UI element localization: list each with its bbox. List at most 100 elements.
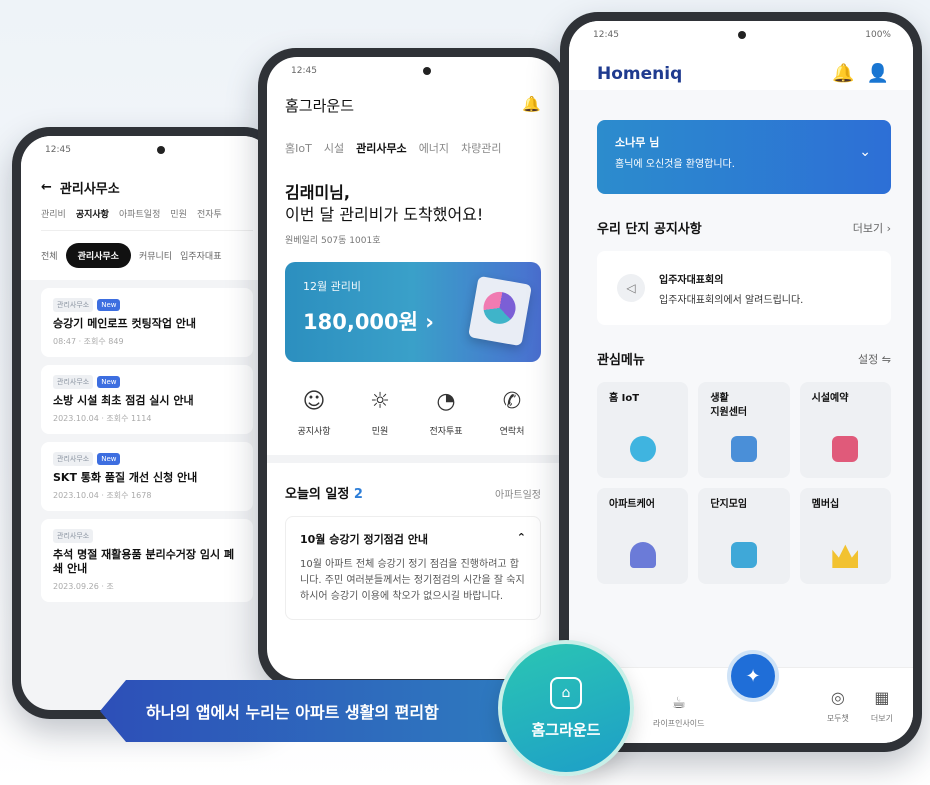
brand-title: 홈그라운드	[285, 97, 355, 115]
tab-complaint[interactable]: 민원	[170, 207, 187, 220]
back-arrow-icon[interactable]: ←	[41, 180, 52, 195]
status-time: 12:45	[45, 145, 71, 155]
user-icon[interactable]: 👤	[867, 63, 889, 84]
phone3-screen: 12:45 100% Homeniq 🔔 👤 소나무 님 홈닉에 오신것을 환영…	[569, 21, 913, 743]
notice-card[interactable]: 관리사무소 New 승강기 메인로프 컷팅작업 안내 08:47 · 조회수 84…	[41, 288, 253, 357]
quick-notice[interactable]: ☺ 공지사항	[289, 388, 339, 437]
tile-facility-booking[interactable]: 시설예약	[799, 382, 891, 478]
notice-title: SKT 통화 품질 개선 신청 안내	[53, 470, 198, 484]
notice-card[interactable]: ◁ 입주자대표회의 입주자대표회의에서 알려드립니다.	[597, 251, 891, 325]
notice-card[interactable]: 관리사무소 New SKT 통화 품질 개선 신청 안내 2023.10.04 ·…	[41, 441, 253, 511]
tab-energy[interactable]: 에너지	[419, 140, 449, 156]
schedule-count: 2	[353, 486, 363, 502]
section-title: 우리 단지 공지사항	[597, 222, 702, 237]
quick-contact[interactable]: ✆ 연락처	[487, 388, 537, 437]
tab-fee[interactable]: 관리비	[41, 207, 66, 220]
status-bar: 12:45	[21, 136, 273, 164]
p3-header: Homeniq 🔔 👤	[569, 49, 913, 90]
nav-more[interactable]: ▦ 더보기	[871, 688, 893, 724]
greeting-name: 김래미님,	[285, 183, 350, 202]
bell-icon[interactable]: 🔔	[832, 63, 854, 84]
tile-label: 홈 IoT	[609, 393, 640, 404]
tile-membership[interactable]: 멤버십	[799, 488, 891, 584]
tile-label: 아파트케어	[609, 499, 655, 510]
badge-text: 홈그라운드	[531, 720, 601, 739]
schedule-card[interactable]: 10월 승강기 정기점검 안내 ⌃ 10월 아파트 전체 승강기 정기 점검을 진…	[285, 515, 541, 620]
app-logo: Homeniq	[597, 63, 683, 84]
bill-card[interactable]: 12월 관리비 180,000원 ›	[285, 261, 541, 362]
status-bar: 12:45 100%	[569, 21, 913, 49]
category-tag: 관리사무소	[53, 528, 94, 543]
notice-card[interactable]: 관리사무소 New 소방 시설 최초 점검 실시 안내 2023.10.04 · …	[41, 364, 253, 434]
vote-icon: ◔	[436, 388, 456, 414]
welcome-name: 소나무 님	[615, 136, 660, 149]
schedule-card-title: 10월 승강기 정기점검 안내	[300, 532, 428, 546]
notice-section-header: 우리 단지 공지사항 더보기 ›	[569, 194, 913, 238]
bell-icon[interactable]: 🔔	[522, 95, 541, 116]
status-bar: 12:45	[267, 57, 559, 85]
nav-chat[interactable]: ◎ 모두챗	[827, 688, 849, 724]
phone-homeground: 12:45 홈그라운드 🔔 홈IoT 시설 관리사무소 에너지 차량관리 김래미님…	[258, 48, 568, 688]
category-tag: 관리사무소	[53, 374, 94, 389]
notice-meta: 08:47 · 조회수 849	[53, 336, 124, 346]
welcome-banner[interactable]: 소나무 님 홈닉에 오신것을 환영합니다. ⌄	[597, 120, 891, 194]
tab-facility[interactable]: 시설	[324, 140, 344, 156]
phone2-screen: 12:45 홈그라운드 🔔 홈IoT 시설 관리사무소 에너지 차량관리 김래미님…	[267, 57, 559, 679]
chip-residents[interactable]: 입주자대표	[180, 249, 221, 262]
tile-community[interactable]: 단지모임	[698, 488, 790, 584]
notice-icon: ☺	[302, 388, 326, 414]
status-signal: 100%	[865, 30, 891, 40]
tab-office[interactable]: 관리사무소	[356, 140, 407, 156]
nav-label: 더보기	[870, 713, 893, 723]
notice-meta: 2023.09.26 · 조	[53, 582, 114, 592]
tab-vote[interactable]: 전자투	[197, 207, 222, 220]
filter-chips: 전체 관리사무소 커뮤니티 입주자대표	[21, 231, 273, 280]
notice-title: 입주자대표회의	[659, 274, 724, 286]
category-tag: 관리사무소	[53, 451, 94, 466]
status-time: 12:45	[593, 30, 619, 40]
category-tag: 관리사무소	[53, 298, 94, 312]
tab-bar: 관리비 공지사항 아파트일정 민원 전자투	[41, 207, 253, 231]
tile-support-center[interactable]: 생활 지원센터	[698, 382, 790, 478]
tab-vehicle[interactable]: 차량관리	[461, 140, 501, 156]
quick-complaint[interactable]: ☼ 민원	[355, 389, 405, 437]
cup-icon: ☕	[671, 693, 686, 712]
more-link[interactable]: 더보기 ›	[853, 220, 891, 236]
phone-management-office: 12:45 ← 관리사무소 관리비 공지사항 아파트일정 민원 전자투 전체 관…	[12, 127, 282, 719]
tab-notice[interactable]: 공지사항	[76, 207, 109, 220]
status-time: 12:45	[291, 66, 317, 76]
chip-community[interactable]: 커뮤니티	[139, 249, 172, 262]
calendar-icon	[832, 436, 859, 462]
settings-link[interactable]: 설정 ⇋	[858, 351, 891, 367]
camera-dot	[422, 67, 431, 75]
camera-dot	[738, 31, 747, 39]
tile-apt-care[interactable]: 아파트케어	[597, 488, 689, 584]
page-title: ← 관리사무소	[41, 164, 253, 207]
new-badge: New	[97, 452, 121, 465]
fab-button[interactable]: ✦	[727, 650, 779, 702]
chevron-up-icon[interactable]: ⌃	[517, 531, 526, 547]
quick-vote[interactable]: ◔ 전자투표	[421, 388, 471, 437]
tab-home-iot[interactable]: 홈IoT	[285, 140, 312, 156]
tile-label: 단지모임	[710, 499, 748, 510]
new-badge: New	[97, 299, 121, 311]
notice-title: 소방 시설 최초 점검 실시 안내	[53, 393, 194, 407]
chip-office[interactable]: 관리사무소	[65, 243, 131, 268]
greeting-msg: 이번 달 관리비가 도착했어요!	[285, 205, 484, 225]
quick-label: 민원	[371, 426, 389, 437]
tab-schedule[interactable]: 아파트일정	[119, 207, 160, 220]
phone1-screen: 12:45 ← 관리사무소 관리비 공지사항 아파트일정 민원 전자투 전체 관…	[21, 136, 273, 710]
schedule-link[interactable]: 아파트일정	[495, 486, 541, 501]
megaphone-icon: ◁	[617, 274, 645, 302]
menu-section-header: 관심메뉴 설정 ⇋	[569, 325, 913, 369]
chip-all[interactable]: 전체	[41, 249, 58, 262]
welcome-msg: 홈닉에 오신것을 환영합니다.	[615, 159, 735, 170]
notice-card[interactable]: 관리사무소 추석 명절 재활용품 분리수거장 임시 폐쇄 안내 2023.09.…	[41, 518, 253, 603]
phone-icon: ✆	[502, 388, 522, 414]
chevron-down-icon[interactable]: ⌄	[859, 144, 871, 160]
tile-home-iot[interactable]: 홈 IoT	[597, 382, 689, 478]
tile-label: 시설예약	[811, 393, 849, 404]
nav-life-inside[interactable]: ☕ 라이프인사이드	[653, 693, 705, 729]
document-search-icon	[730, 436, 757, 462]
quick-label: 공지사항	[297, 426, 331, 437]
